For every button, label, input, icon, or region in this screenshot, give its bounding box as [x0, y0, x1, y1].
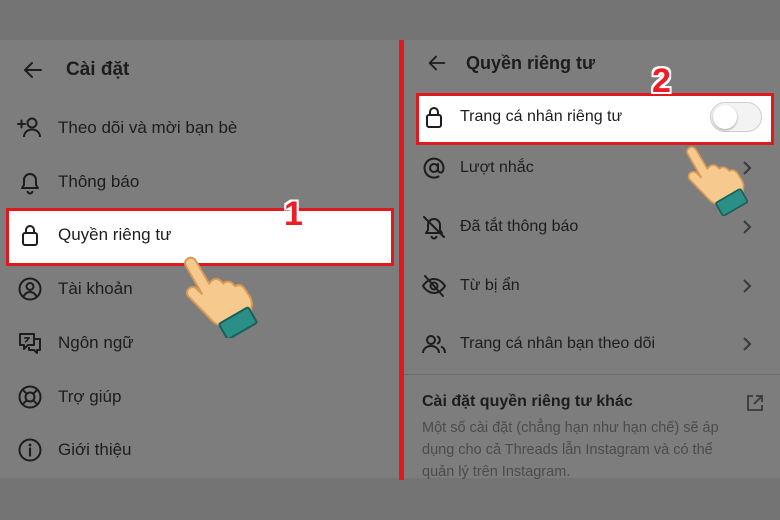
- account-circle-icon: [16, 275, 44, 303]
- lifebuoy-icon: [16, 383, 44, 411]
- menu-item-language[interactable]: Ngôn ngữ: [16, 323, 134, 363]
- info-icon: [16, 436, 44, 464]
- private-profile-row[interactable]: Trang cá nhân riêng tư: [420, 97, 760, 137]
- menu-item-label: Ngôn ngữ: [58, 333, 134, 352]
- private-profile-toggle[interactable]: [710, 102, 762, 132]
- chevron-right-icon: [743, 220, 752, 234]
- menu-item-follow-invite[interactable]: Theo dõi và mời bạn bè: [16, 108, 237, 148]
- section-divider: [404, 374, 780, 375]
- toggle-knob: [713, 105, 737, 129]
- menu-item-label: Quyền riêng tư: [58, 225, 172, 244]
- people-icon: [420, 330, 448, 358]
- menu-item-account[interactable]: Tài khoản: [16, 269, 133, 309]
- chevron-right-icon: [743, 279, 752, 293]
- hidden-words-row[interactable]: Từ bị ẩn: [420, 266, 760, 306]
- pointing-hand-icon: [686, 146, 749, 216]
- menu-item-label: Theo dõi và mời bạn bè: [58, 118, 238, 137]
- top-band: [0, 0, 780, 40]
- menu-item-label: Giới thiệu: [58, 440, 132, 459]
- menu-item-about[interactable]: Giới thiệu: [16, 430, 132, 470]
- page-title: Quyền riêng tư: [466, 52, 596, 73]
- chevron-right-icon: [743, 337, 752, 351]
- back-arrow-icon[interactable]: [20, 57, 46, 83]
- menu-item-label: Thông báo: [58, 172, 140, 191]
- menu-item-label: Từ bị ẩn: [460, 277, 520, 294]
- menu-item-label: Trang cá nhân bạn theo dõi: [460, 335, 656, 352]
- other-privacy-settings-title[interactable]: Cài đặt quyền riêng tư khác: [422, 393, 633, 411]
- menu-item-label: Lượt nhắc: [460, 159, 534, 176]
- privacy-header: Quyền riêng tư: [424, 50, 595, 76]
- step-2-badge: 2: [652, 62, 671, 100]
- other-privacy-settings-description: Một số cài đặt (chẳng hạn như hạn chế) s…: [422, 420, 719, 480]
- private-profile-label: Trang cá nhân riêng tư: [460, 108, 623, 125]
- bell-icon: [16, 168, 44, 196]
- lock-icon: [420, 103, 448, 131]
- eye-off-icon: [420, 272, 448, 300]
- following-profiles-row[interactable]: Trang cá nhân bạn theo dõi: [420, 324, 760, 364]
- at-sign-icon: [420, 154, 448, 182]
- pointing-hand-icon: [184, 256, 258, 338]
- bottom-band: [0, 478, 780, 520]
- menu-item-notifications[interactable]: Thông báo: [16, 162, 139, 202]
- lock-icon: [16, 221, 44, 249]
- external-link-icon[interactable]: [745, 393, 765, 413]
- step-1-badge: 1: [284, 195, 303, 233]
- translate-icon: [16, 329, 44, 357]
- settings-header: Cài đặt: [20, 57, 129, 83]
- menu-item-privacy[interactable]: Quyền riêng tư: [16, 215, 171, 255]
- page-title: Cài đặt: [66, 59, 130, 80]
- menu-item-label: Trợ giúp: [58, 387, 122, 406]
- menu-item-label: Đã tắt thông báo: [460, 218, 579, 235]
- menu-item-help[interactable]: Trợ giúp: [16, 377, 121, 417]
- back-arrow-icon[interactable]: [424, 50, 450, 76]
- bell-off-icon: [420, 213, 448, 241]
- menu-item-label: Tài khoản: [58, 279, 133, 298]
- add-person-icon: [16, 114, 44, 142]
